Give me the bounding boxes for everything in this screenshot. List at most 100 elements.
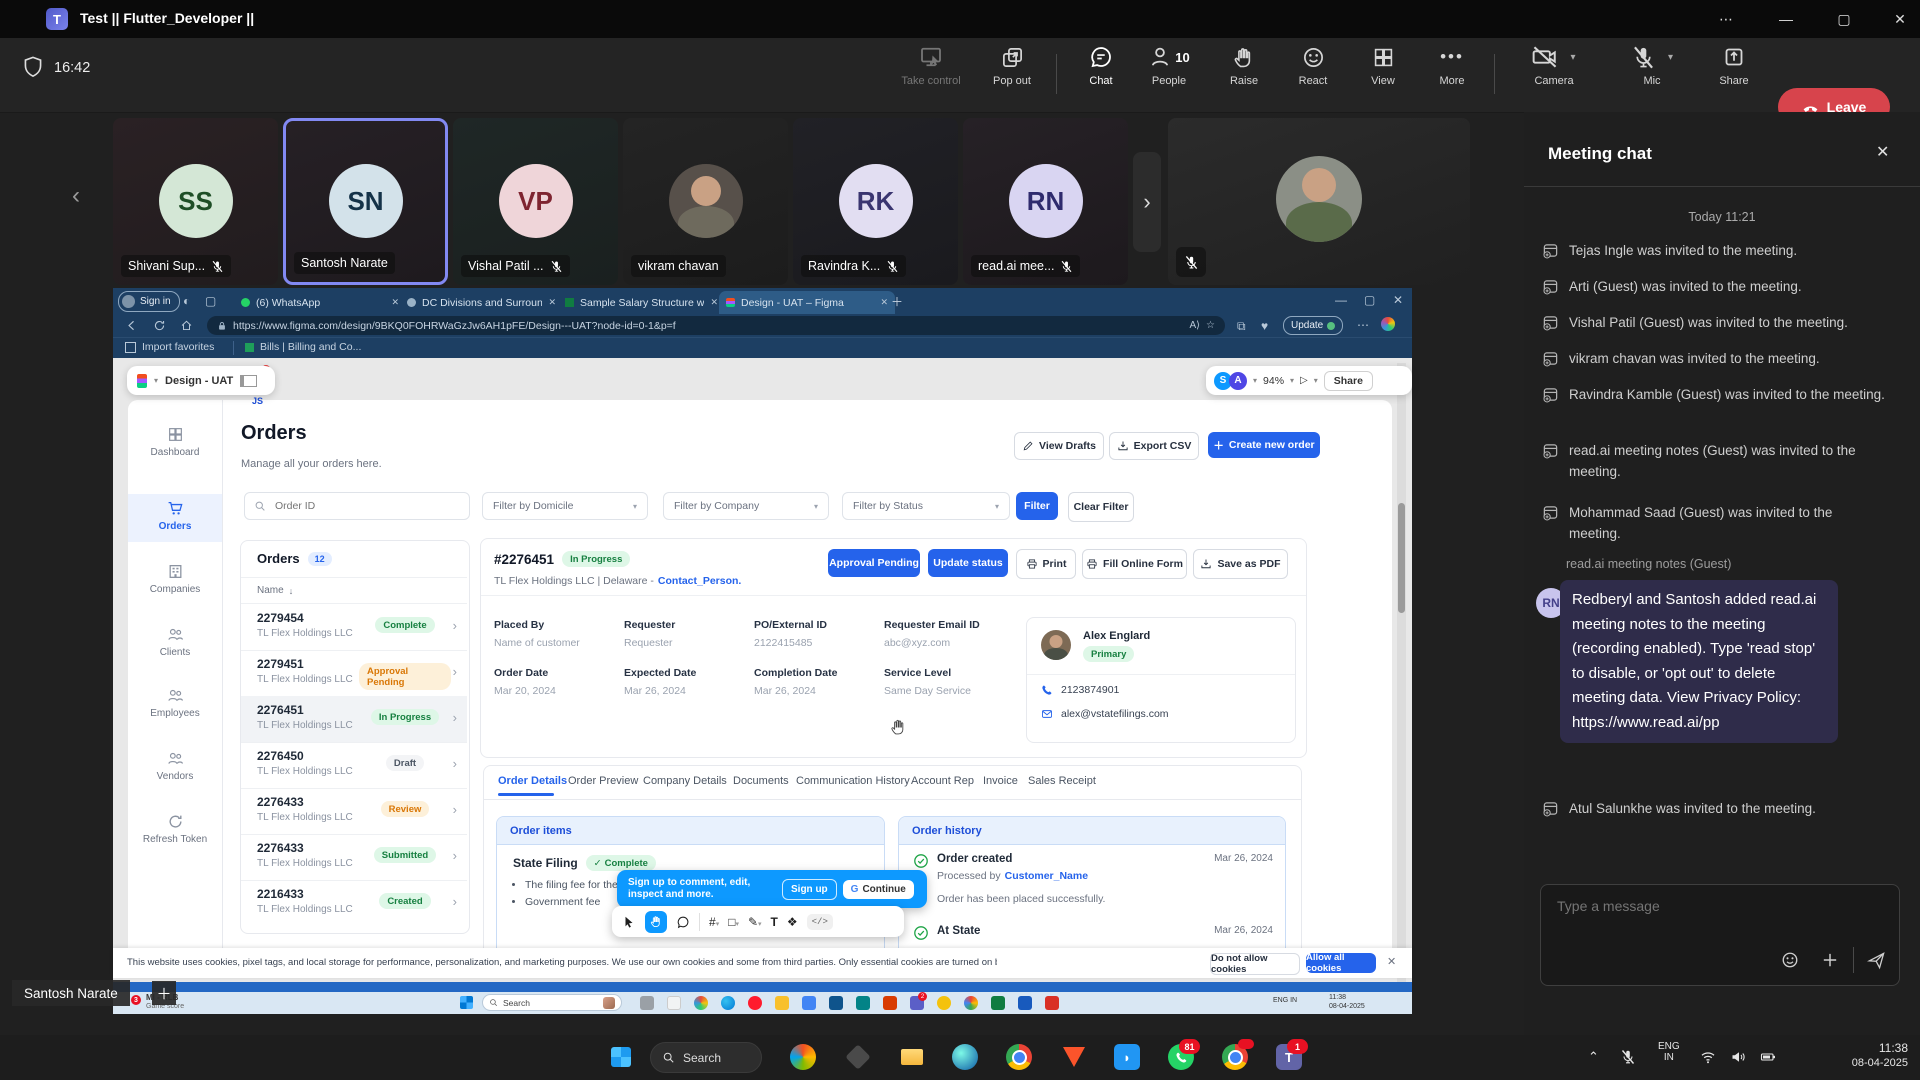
- update-status-button[interactable]: Update status: [928, 549, 1008, 577]
- order-row[interactable]: 2276450TL Flex Holdings LLC Draft ›: [241, 742, 467, 789]
- mini-app-icon[interactable]: [856, 996, 870, 1010]
- browser-close-icon[interactable]: ✕: [1393, 293, 1403, 307]
- order-row[interactable]: 2279451TL Flex Holdings LLC Approval Pen…: [241, 650, 467, 697]
- chrome-profile-icon[interactable]: [1222, 1044, 1248, 1070]
- tab-close-icon[interactable]: ✕: [710, 297, 718, 308]
- mini-app-icon[interactable]: [883, 996, 897, 1010]
- browser-tab-dc-divisions[interactable]: DC Divisions and Surroundings✕: [400, 291, 563, 314]
- favorite-star-icon[interactable]: ☆: [1206, 320, 1215, 331]
- view-button[interactable]: View: [1355, 44, 1411, 104]
- tab-order-preview[interactable]: Order Preview: [568, 775, 638, 787]
- copilot-icon[interactable]: ◐: [183, 294, 190, 308]
- mini-teams-icon[interactable]: 2: [910, 996, 924, 1010]
- participant-tile[interactable]: vikram chavan: [623, 118, 788, 285]
- sidebar-item-companies[interactable]: Companies: [128, 563, 222, 595]
- collaborator-avatar[interactable]: A: [1229, 372, 1247, 390]
- mini-search-box[interactable]: Search: [482, 994, 622, 1011]
- mini-app-icon[interactable]: [1045, 996, 1059, 1010]
- sidebar-item-orders[interactable]: Orders: [128, 500, 222, 532]
- pen-tool-icon[interactable]: ✎▾: [748, 915, 762, 929]
- teams-icon[interactable]: T 1: [1276, 1044, 1302, 1070]
- chrome-icon[interactable]: [1006, 1044, 1032, 1070]
- tab-account-rep[interactable]: Account Rep: [911, 775, 974, 787]
- window-minimize-button[interactable]: —: [1766, 6, 1806, 32]
- home-icon[interactable]: [180, 319, 193, 332]
- tab-communication-history[interactable]: Communication History: [796, 775, 910, 787]
- contact-email-row[interactable]: alex@vstatefilings.com: [1041, 708, 1169, 720]
- participant-tile[interactable]: RK Ravindra K...: [793, 118, 958, 285]
- print-button[interactable]: Print: [1016, 549, 1076, 579]
- send-icon[interactable]: [1867, 951, 1886, 970]
- banner-continue-button[interactable]: G Continue: [843, 880, 914, 899]
- browser-signin-button[interactable]: Sign in: [118, 291, 180, 312]
- volume-icon[interactable]: [1730, 1049, 1746, 1065]
- deny-cookies-button[interactable]: Do not allow cookies: [1210, 953, 1300, 975]
- wifi-icon[interactable]: [1700, 1049, 1716, 1065]
- browser-tab-whatsapp[interactable]: (6) WhatsApp✕: [234, 291, 406, 314]
- mini-start-icon[interactable]: [460, 996, 473, 1009]
- scrollbar-thumb[interactable]: [1398, 503, 1405, 613]
- save-as-pdf-button[interactable]: Save as PDF: [1193, 549, 1288, 579]
- mini-app-icon[interactable]: [667, 996, 681, 1010]
- react-button[interactable]: React: [1285, 44, 1341, 104]
- back-icon[interactable]: [125, 319, 138, 332]
- tab-close-icon[interactable]: ✕: [880, 297, 888, 308]
- sidebar-item-vendors[interactable]: Vendors: [128, 750, 222, 782]
- pop-out-button[interactable]: Pop out: [982, 44, 1042, 104]
- browser-menu-icon[interactable]: ⋯: [1357, 318, 1369, 332]
- participant-tile[interactable]: SS Shivani Sup...: [113, 118, 278, 285]
- browser-essentials-icon[interactable]: ♥: [1261, 319, 1268, 333]
- language-indicator[interactable]: ENGIN: [1658, 1041, 1680, 1063]
- contact-phone-row[interactable]: 2123874901: [1041, 684, 1119, 696]
- order-id-input[interactable]: [273, 499, 447, 513]
- mini-app-icon[interactable]: [694, 996, 708, 1010]
- filter-company-select[interactable]: Filter by Company▾: [663, 492, 829, 520]
- clear-filter-button[interactable]: Clear Filter: [1068, 492, 1134, 522]
- text-tool-icon[interactable]: T: [771, 915, 778, 929]
- zoom-chevron-icon[interactable]: ▾: [1290, 376, 1294, 385]
- spotlight-tile[interactable]: [1168, 118, 1470, 285]
- taskbar-search[interactable]: Search: [650, 1042, 762, 1073]
- strip-scroll-left-icon[interactable]: ‹: [72, 182, 80, 210]
- new-tab-icon[interactable]: ＋: [891, 293, 903, 310]
- sidebar-item-employees[interactable]: Employees: [128, 687, 222, 719]
- present-chevron-icon[interactable]: ▾: [1314, 376, 1318, 385]
- raise-hand-button[interactable]: Raise: [1216, 44, 1272, 104]
- order-row[interactable]: 2216433TL Flex Holdings LLC Created ›: [241, 880, 467, 926]
- tray-expand-icon[interactable]: ⌃: [1588, 1049, 1599, 1065]
- mini-app-icon[interactable]: [748, 996, 762, 1010]
- edge-icon[interactable]: [952, 1044, 978, 1070]
- sidebar-item-dashboard[interactable]: Dashboard: [128, 426, 222, 458]
- filter-domicile-select[interactable]: Filter by Domicile▾: [482, 492, 648, 520]
- tab-invoice[interactable]: Invoice: [983, 775, 1018, 787]
- bookmark-bills[interactable]: Bills | Billing and Co...: [245, 341, 361, 353]
- battery-icon[interactable]: [1760, 1049, 1776, 1065]
- chat-close-icon[interactable]: ✕: [1876, 142, 1889, 162]
- collaborators-chevron-icon[interactable]: ▾: [1253, 376, 1257, 385]
- customer-name-link[interactable]: Customer_Name: [1005, 870, 1088, 882]
- annotate-plus-button[interactable]: ＋: [152, 981, 176, 1005]
- attach-plus-icon[interactable]: [1821, 951, 1839, 969]
- people-button[interactable]: 10 People: [1136, 44, 1202, 104]
- contact-person-link[interactable]: Contact_Person.: [658, 575, 741, 587]
- layout-panel-icon[interactable]: [240, 375, 257, 387]
- browser-tab-salary-sheet[interactable]: Sample Salary Structure with calc✕: [558, 291, 725, 314]
- mini-app-icon[interactable]: [802, 996, 816, 1010]
- order-row[interactable]: 2276433TL Flex Holdings LLC Submitted ›: [241, 834, 467, 881]
- filter-button[interactable]: Filter: [1016, 492, 1058, 520]
- mini-app-icon[interactable]: [964, 996, 978, 1010]
- order-row[interactable]: 2279454TL Flex Holdings LLC Complete ›: [241, 604, 467, 651]
- reload-icon[interactable]: [153, 319, 166, 332]
- emoji-icon[interactable]: [1781, 951, 1799, 969]
- tab-close-icon[interactable]: ✕: [391, 297, 399, 308]
- mini-app-icon[interactable]: [829, 996, 843, 1010]
- tab-actions-icon[interactable]: ▢: [205, 294, 216, 308]
- window-close-button[interactable]: ✕: [1880, 6, 1920, 32]
- mini-app-icon[interactable]: [991, 996, 1005, 1010]
- mini-app-icon[interactable]: [1018, 996, 1032, 1010]
- mic-options-chevron-icon[interactable]: ▾: [1668, 52, 1673, 63]
- message-input[interactable]: [1555, 897, 1879, 915]
- comment-tool-icon[interactable]: [676, 915, 690, 929]
- participant-tile[interactable]: VP Vishal Patil ...: [453, 118, 618, 285]
- figma-share-button[interactable]: Share: [1324, 371, 1373, 391]
